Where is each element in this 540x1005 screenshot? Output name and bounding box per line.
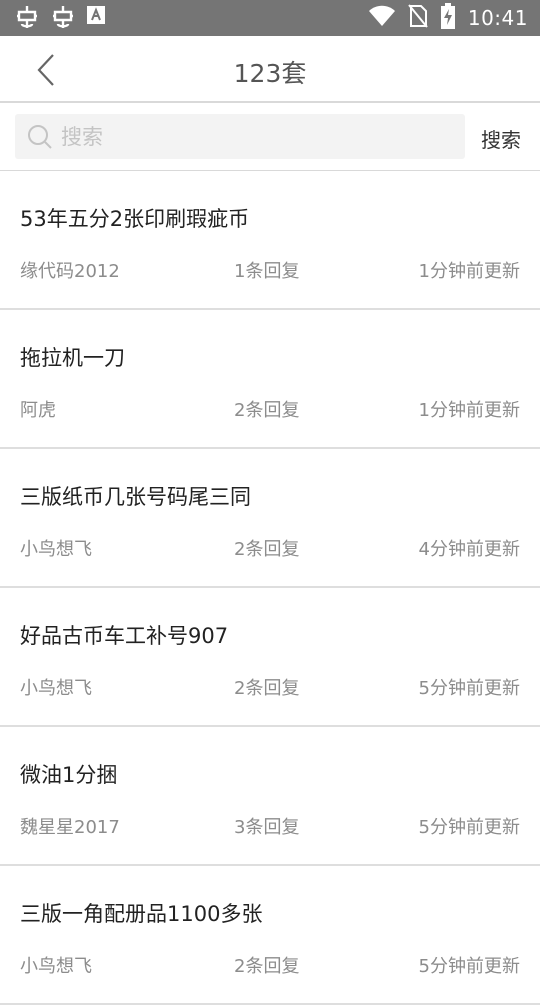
post-updated-time: 1分钟前更新: [418, 400, 520, 421]
post-title: 三版一角配册品1100多张: [20, 902, 263, 926]
post-reply-count: 3条回复: [234, 817, 300, 838]
no-sim-icon: [408, 4, 428, 32]
status-bar: 10:41: [0, 0, 540, 36]
post-updated-time: 5分钟前更新: [418, 678, 520, 699]
post-author: 缘代码2012: [20, 261, 120, 282]
battery-charging-icon: [440, 3, 456, 33]
post-item[interactable]: 好品古币车工补号907 小鸟想飞 2条回复 5分钟前更新: [0, 588, 540, 727]
post-reply-count: 2条回复: [234, 400, 300, 421]
notification-icons: [14, 4, 106, 30]
bug-icon: [14, 4, 40, 30]
post-reply-count: 2条回复: [234, 678, 300, 699]
post-reply-count: 2条回复: [234, 956, 300, 977]
post-item[interactable]: 三版纸币几张号码尾三同 小鸟想飞 2条回复 4分钟前更新: [0, 449, 540, 588]
page-title: 123套: [233, 59, 307, 88]
post-updated-time: 5分钟前更新: [418, 956, 520, 977]
search-field[interactable]: [15, 114, 465, 159]
search-icon: [28, 125, 52, 149]
a-box-icon: [86, 5, 106, 29]
post-updated-time: 1分钟前更新: [418, 261, 520, 282]
post-author: 小鸟想飞: [20, 539, 92, 560]
search-button[interactable]: 搜索: [481, 124, 521, 153]
post-list: 53年五分2张印刷瑕疵币 缘代码2012 1条回复 1分钟前更新 拖拉机一刀 阿…: [0, 171, 540, 1005]
bug-icon: [50, 4, 76, 30]
post-title: 53年五分2张印刷瑕疵币: [20, 207, 250, 231]
post-item[interactable]: 三版一角配册品1100多张 小鸟想飞 2条回复 5分钟前更新: [0, 866, 540, 1005]
search-input[interactable]: [61, 114, 456, 159]
post-author: 小鸟想飞: [20, 678, 92, 699]
post-updated-time: 4分钟前更新: [418, 539, 520, 560]
post-title: 拖拉机一刀: [20, 346, 125, 370]
post-title: 微油1分捆: [20, 763, 118, 787]
post-reply-count: 1条回复: [234, 261, 300, 282]
post-updated-time: 5分钟前更新: [418, 817, 520, 838]
wifi-icon: [368, 5, 396, 31]
post-item[interactable]: 微油1分捆 魏星星2017 3条回复 5分钟前更新: [0, 727, 540, 866]
post-author: 魏星星2017: [20, 817, 120, 838]
post-reply-count: 2条回复: [234, 539, 300, 560]
post-item[interactable]: 53年五分2张印刷瑕疵币 缘代码2012 1条回复 1分钟前更新: [0, 171, 540, 310]
system-icons: 10:41: [368, 0, 528, 36]
clock: 10:41: [467, 6, 528, 30]
app-header: 123套: [0, 36, 540, 103]
post-author: 小鸟想飞: [20, 956, 92, 977]
post-title: 好品古币车工补号907: [20, 624, 229, 648]
post-item[interactable]: 拖拉机一刀 阿虎 2条回复 1分钟前更新: [0, 310, 540, 449]
search-bar: 搜索: [0, 105, 540, 171]
post-author: 阿虎: [20, 400, 56, 421]
post-title: 三版纸币几张号码尾三同: [20, 485, 251, 509]
